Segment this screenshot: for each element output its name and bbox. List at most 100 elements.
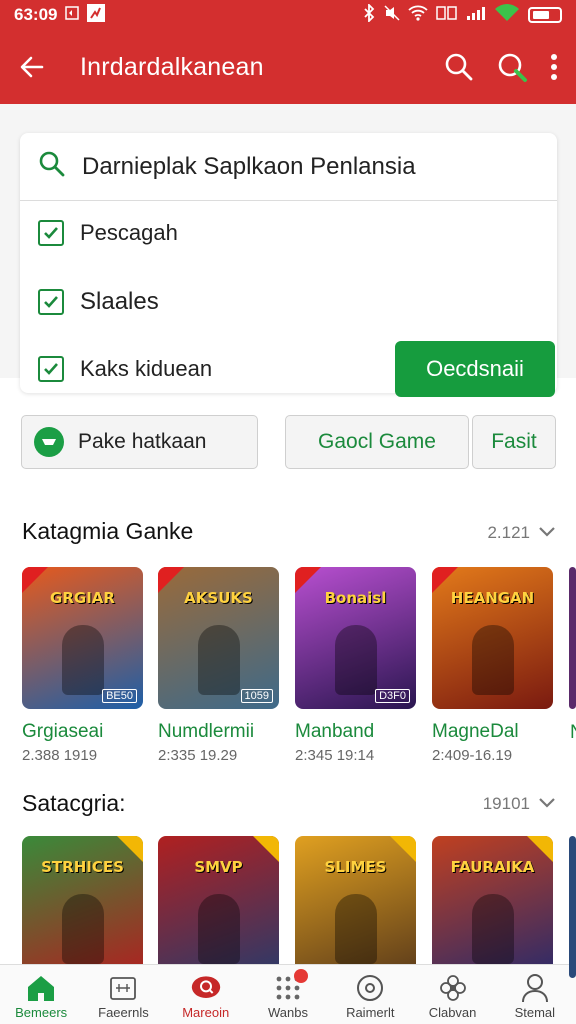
nav-item-label: Wanbs	[267, 1005, 308, 1020]
section-count-value: 19101	[482, 794, 530, 813]
wifi-icon	[408, 5, 428, 26]
game-logo-art: HEANGAN	[450, 589, 535, 607]
age-rating-badge: D3F0	[375, 689, 410, 703]
character-art	[198, 894, 240, 964]
chevron-down-icon	[538, 523, 556, 543]
search-field[interactable]: Darnieplak Saplkaon Penlansia	[20, 133, 557, 201]
character-art	[472, 625, 514, 695]
nav-item-label: Faeernls	[98, 1005, 149, 1020]
game-tile[interactable]: SLIMES	[295, 836, 416, 978]
nav-item-label: Bemeers	[15, 1005, 68, 1020]
filter-option-label: Pescagah	[80, 220, 178, 245]
filter-option-label: Slaales	[80, 288, 159, 315]
game-logo-art: GRGIAR	[50, 589, 115, 607]
search-icon	[38, 150, 66, 183]
game-logo-art: AKSUKS	[184, 589, 253, 607]
notification-icon	[65, 5, 80, 25]
character-art	[62, 894, 104, 964]
quick-filter-secondary[interactable]: Gaocl Game	[285, 415, 469, 469]
game-logo-art: STRHICES	[41, 858, 124, 876]
character-art	[62, 625, 104, 695]
flower-icon	[438, 973, 468, 1003]
status-time: 63:09	[14, 5, 58, 24]
back-arrow-icon[interactable]	[18, 53, 46, 81]
nav-item-profile[interactable]: Stemal	[494, 965, 576, 1024]
game-tile[interactable]: SMVP	[158, 836, 279, 978]
nav-item-favorites[interactable]: Faeernls	[82, 965, 164, 1024]
quick-filter-tertiary[interactable]: Fasit	[472, 415, 556, 469]
section-count[interactable]: 19101	[483, 794, 556, 814]
game-meta: 2.388 1919	[22, 747, 98, 764]
game-name[interactable]: Numdlermii	[158, 721, 254, 743]
game-logo-art: FAURAIKA	[450, 858, 535, 876]
section-title: Satacgria:	[22, 790, 126, 816]
status-bar: 63:09	[0, 0, 576, 30]
game-tile[interactable]: STRHICES	[22, 836, 143, 978]
age-rating-badge: 1059	[240, 689, 273, 703]
activity-icon	[87, 3, 106, 27]
app-bar: Inrdardalkanean	[0, 30, 576, 104]
nav-item-label: Clabvan	[428, 1005, 477, 1020]
bluetooth-icon	[362, 2, 376, 27]
chat-search-icon[interactable]	[496, 51, 528, 83]
character-art	[198, 625, 240, 695]
game-tile-partial[interactable]	[569, 836, 576, 978]
game-name[interactable]: MagneDal	[432, 721, 519, 743]
game-logo-art: Bonaisl	[324, 589, 387, 607]
game-tile[interactable]: HEANGAN	[432, 567, 553, 709]
checkbox-checked-icon[interactable]	[38, 220, 64, 246]
filter-option-label: Kaks kiduean	[80, 356, 213, 381]
notification-badge	[293, 969, 308, 983]
home-icon	[26, 973, 56, 1003]
game-tile[interactable]: AKSUKS 1059	[158, 567, 279, 709]
quick-filter-primary[interactable]: Pake hatkaan	[21, 415, 258, 469]
game-name[interactable]: Grgiaseai	[22, 721, 103, 743]
nav-item-label: Stemal	[514, 1005, 556, 1020]
sim-icon	[436, 5, 458, 26]
page-title: Inrdardalkanean	[80, 52, 264, 81]
nav-item-raimerlt[interactable]: Raimerlt	[329, 965, 411, 1024]
search-icon[interactable]	[444, 52, 474, 82]
filter-option[interactable]: Pescagah	[38, 220, 178, 246]
game-meta: 2:345 19:14	[295, 747, 375, 764]
game-tile[interactable]: GRGIAR BE50	[22, 567, 143, 709]
nav-item-clabvan[interactable]: Clabvan	[411, 965, 493, 1024]
signal-icon	[466, 5, 486, 26]
game-tile[interactable]: FAURAIKA	[432, 836, 553, 978]
game-tile[interactable]: Bonaisl D3F0	[295, 567, 416, 709]
game-name[interactable]: Manband	[295, 721, 374, 743]
game-tile-partial[interactable]	[569, 567, 576, 709]
person-icon	[520, 973, 550, 1003]
checkbox-checked-icon[interactable]	[38, 356, 64, 382]
game-meta: 2:335 19.29	[158, 747, 238, 764]
quick-filter-primary-label: Pake hatkaan	[78, 430, 207, 453]
search-input-text: Darnieplak Saplkaon Penlansia	[82, 152, 416, 180]
age-rating-badge: BE50	[102, 689, 137, 703]
target-icon	[355, 973, 385, 1003]
nav-item-mareoin[interactable]: Mareoin	[165, 965, 247, 1024]
game-meta: 2:409-16.19	[432, 747, 513, 764]
bottom-navigation: Bemeers Faeernls Mareoin Wanbs Raimerlt …	[0, 964, 576, 1024]
battery-icon	[528, 7, 562, 23]
character-art	[335, 625, 377, 695]
nav-item-wanbs[interactable]: Wanbs	[247, 965, 329, 1024]
checkbox-checked-icon[interactable]	[38, 289, 64, 315]
game-logo-art: SLIMES	[324, 858, 387, 876]
character-art	[335, 894, 377, 964]
wifi-strong-icon	[494, 3, 520, 27]
nav-item-home[interactable]: Bemeers	[0, 965, 82, 1024]
mute-icon	[384, 4, 400, 26]
filter-option[interactable]: Kaks kiduean	[38, 356, 212, 382]
more-options-icon[interactable]	[550, 53, 558, 81]
chevron-down-icon	[538, 794, 556, 814]
game-name-partial: N	[570, 722, 576, 744]
character-art	[472, 894, 514, 964]
section-count-value: 2.121	[487, 523, 530, 542]
game-logo-art: SMVP	[194, 858, 243, 876]
section-count[interactable]: 2.121	[487, 523, 556, 543]
filter-icon	[34, 427, 64, 457]
filter-option[interactable]: Slaales	[38, 288, 159, 316]
apply-button[interactable]: Oecdsnaii	[395, 341, 555, 397]
nav-item-label: Raimerlt	[346, 1005, 395, 1020]
nav-item-label: Mareoin	[182, 1005, 230, 1020]
